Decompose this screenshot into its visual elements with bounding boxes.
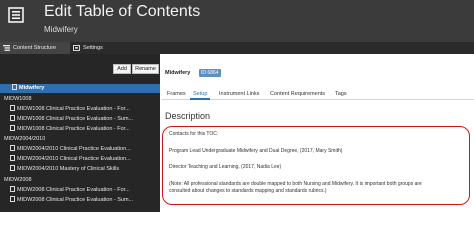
- tree-item-label: MIDW2004/2010 Mastery of Clinical Skills: [17, 166, 120, 172]
- tree-item-label: MIDW2004/2010 Clinical Practice Evaluati…: [17, 156, 131, 162]
- tree-item[interactable]: MIDW1008 Clinical Practice Evaluation - …: [0, 105, 160, 114]
- document-icon: [10, 186, 15, 192]
- structure-panel: Add Rename Midwifery MIDW1008 MIDW1008 C…: [0, 54, 160, 212]
- tree-folder[interactable]: MIDW2004/2010: [0, 135, 160, 144]
- tab-instrument-links[interactable]: Instrument Links: [216, 88, 262, 100]
- tab-content-requirements[interactable]: Content Requirements: [267, 88, 328, 100]
- content-tabs: Frames Setup Instrument Links Content Re…: [162, 88, 474, 100]
- settings-icon: [73, 45, 80, 51]
- tab-content-structure[interactable]: Content Structure: [0, 42, 70, 54]
- tree-item-root[interactable]: Midwifery: [0, 84, 160, 93]
- tab-tags[interactable]: Tags: [332, 88, 350, 100]
- tree-item[interactable]: MIDW1008 Clinical Practice Evaluation - …: [0, 115, 160, 124]
- tree-item-label: MIDW1008 Clinical Practice Evaluation - …: [17, 126, 130, 132]
- description-line: Director Teaching and Learning, (2017, N…: [169, 164, 282, 170]
- page-title: Edit Table of Contents: [44, 3, 201, 20]
- tree-item[interactable]: MIDW2004/2010 Clinical Practice Evaluati…: [0, 155, 160, 164]
- tree-item-label: MIDW2004/2010: [4, 136, 46, 142]
- tree-item[interactable]: MIDW2004/2010 Mastery of Clinical Skills: [0, 165, 160, 174]
- description-line: consulted about changes to standards map…: [169, 188, 327, 194]
- tree-item[interactable]: MIDW2008 Clinical Practice Evaluation - …: [0, 186, 160, 195]
- document-icon: [10, 145, 15, 151]
- document-icon: [10, 105, 15, 111]
- tree-folder[interactable]: MIDW2008: [0, 176, 160, 185]
- tree-item-label: MIDW2008 Clinical Practice Evaluation - …: [17, 197, 134, 203]
- tab-settings[interactable]: Settings: [70, 42, 106, 54]
- tree-item-label: MIDW2008 Clinical Practice Evaluation - …: [17, 187, 130, 193]
- tree-item-label: MIDW1008 Clinical Practice Evaluation - …: [17, 116, 134, 122]
- document-icon: [12, 84, 17, 90]
- tree-item-label: MIDW2008: [4, 177, 32, 183]
- tree-toolbar: Add Rename: [0, 64, 160, 74]
- app-logo-icon: [8, 7, 24, 23]
- tree-item[interactable]: MIDW1008 Clinical Practice Evaluation - …: [0, 125, 160, 134]
- description-line: Contacts for this TOC:: [169, 131, 219, 137]
- add-button[interactable]: Add: [113, 64, 131, 74]
- document-icon: [10, 196, 15, 202]
- tab-setup[interactable]: Setup: [190, 88, 211, 100]
- document-icon: [10, 165, 15, 171]
- rename-button[interactable]: Rename: [132, 64, 159, 74]
- description-heading: Description: [165, 111, 211, 121]
- tree-item-label: MIDW2004/2010 Clinical Practice Evaluati…: [17, 146, 131, 152]
- tree-item-label: MIDW1008 Clinical Practice Evaluation - …: [17, 106, 130, 112]
- tree-item-label: MIDW1008: [4, 96, 32, 102]
- tree-folder[interactable]: MIDW1008: [0, 95, 160, 104]
- tree-item[interactable]: MIDW2004/2010 Clinical Practice Evaluati…: [0, 145, 160, 154]
- app-header: Edit Table of Contents Midwifery: [0, 0, 474, 42]
- description-line: (Note: All professional standards are do…: [169, 181, 422, 187]
- document-icon: [10, 125, 15, 131]
- hierarchy-icon: [3, 45, 10, 51]
- tree-item[interactable]: MIDW2008 Clinical Practice Evaluation - …: [0, 196, 160, 205]
- tab-frames[interactable]: Frames: [164, 88, 189, 100]
- tab-settings-label: Settings: [83, 45, 103, 51]
- tree-item-label: Midwifery: [19, 85, 45, 91]
- tab-content-structure-label: Content Structure: [13, 45, 57, 51]
- document-icon: [10, 115, 15, 121]
- id-badge: ID 6864: [199, 69, 221, 77]
- breadcrumb: Midwifery: [165, 70, 191, 76]
- top-tab-strip: Content Structure Settings: [0, 42, 474, 54]
- page-subtitle: Midwifery: [44, 25, 78, 34]
- description-line: Program Lead Undergraduate Midwifery and…: [169, 148, 343, 154]
- document-icon: [10, 155, 15, 161]
